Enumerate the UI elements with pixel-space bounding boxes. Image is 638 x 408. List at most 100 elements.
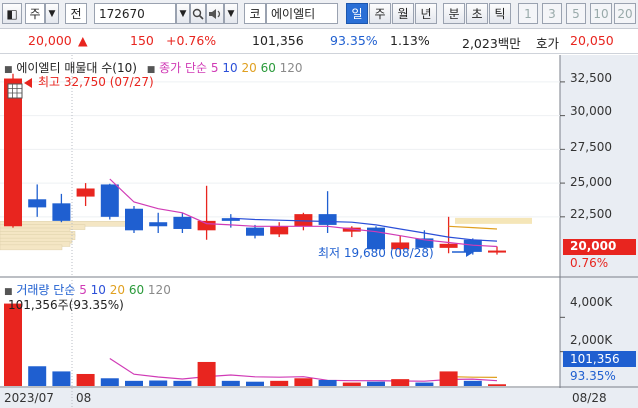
volume-bar xyxy=(4,303,22,386)
high-label: 최고 32,750 (07/27) xyxy=(38,75,154,89)
volume-bar xyxy=(367,381,385,386)
date-axis-bar xyxy=(0,388,638,408)
interval-3[interactable]: 3 xyxy=(542,3,562,24)
volume-bar xyxy=(488,384,506,386)
current-pct-label: 0.76% xyxy=(570,256,609,270)
volume-ma-period-label: 60 xyxy=(125,283,145,297)
chart-toolbar: ◧ 주 ▼ 전 172670 ▼ ▼ 코 에이엘티 일 주 월 년 분 초 틱 … xyxy=(0,0,638,29)
candle-body xyxy=(173,216,192,229)
period-tab-month[interactable]: 월 xyxy=(392,3,414,24)
trade-volume: 101,356 xyxy=(252,33,304,48)
current-price: 20,000 xyxy=(28,33,72,48)
volume-bar xyxy=(28,366,47,386)
period-tab-minute[interactable]: 분 xyxy=(443,3,465,24)
ask-label: 호가 xyxy=(536,36,560,51)
candle-body xyxy=(100,184,119,217)
period-tab-second[interactable]: 초 xyxy=(466,3,488,24)
change-percent: +0.76% xyxy=(166,33,217,48)
volume-profile-bar xyxy=(0,244,63,251)
volume-bar xyxy=(76,373,95,386)
volume-pane-title: 거래량 단순 xyxy=(16,283,76,297)
ask-price: 20,050 xyxy=(570,33,614,48)
stock-code-dropdown-icon[interactable]: ▼ xyxy=(176,3,190,24)
current-price-tag-label: 20,000 xyxy=(570,239,617,253)
candle-body xyxy=(318,214,337,225)
search-icon[interactable] xyxy=(190,3,206,24)
period-select[interactable]: 전 xyxy=(65,3,87,24)
interval-5[interactable]: 5 xyxy=(566,3,586,24)
market-label: 코 xyxy=(244,3,266,24)
period-tab-tick[interactable]: 틱 xyxy=(489,3,511,24)
volume-bar xyxy=(52,371,71,386)
volume-tick: 4,000K xyxy=(570,295,613,309)
candle-body xyxy=(4,78,22,227)
candle-body xyxy=(439,243,458,248)
price-change: 150 xyxy=(130,33,154,48)
volume-bar xyxy=(197,361,216,386)
volume-tick: 2,000K xyxy=(570,333,613,347)
volume-bar xyxy=(173,380,192,386)
low-label: 최저 19,680 (08/28) xyxy=(318,246,434,260)
ma-period-label: 5 xyxy=(210,61,219,75)
volume-bar xyxy=(149,380,168,386)
ma-period-label: 120 xyxy=(275,61,303,75)
date-label: 2023/07 xyxy=(4,391,54,405)
volume-bar xyxy=(415,382,434,386)
speaker-dropdown-icon[interactable]: ▼ xyxy=(224,3,238,24)
candle-body xyxy=(52,203,71,221)
price-tick: 22,500 xyxy=(570,207,612,221)
turnover-rate: 1.13% xyxy=(390,33,430,48)
stock-name-field: 에이엘티 xyxy=(266,3,338,24)
volume-ma-period-label: 120 xyxy=(144,283,171,297)
interval-1[interactable]: 1 xyxy=(518,3,538,24)
trade-amount: 2,023백만 xyxy=(462,36,521,51)
ma-period-labels: 5 10 20 60 120 xyxy=(211,61,303,75)
volume-bar xyxy=(439,371,458,386)
volume-ma-period-label: 20 xyxy=(105,283,126,297)
volume-ma-period-label: 5 xyxy=(79,283,87,297)
window-menu-icon[interactable]: ◧ xyxy=(2,3,22,24)
volume-bar xyxy=(246,381,264,386)
period-tab-day[interactable]: 일 xyxy=(346,3,368,24)
speaker-icon[interactable] xyxy=(206,3,224,24)
price-tick: 32,500 xyxy=(570,71,612,85)
candle-body xyxy=(149,222,168,227)
interval-20[interactable]: 20 xyxy=(614,3,636,24)
current-volume-pct: 93.35% xyxy=(570,369,616,383)
volume-bar xyxy=(463,380,482,386)
current-volume-tag-label: 101,356 xyxy=(570,352,620,366)
date-label: 08 xyxy=(76,391,92,405)
candle-body xyxy=(28,199,47,208)
candle-body xyxy=(76,188,95,197)
volume-bar xyxy=(342,382,361,386)
volume-profile-bar xyxy=(455,217,532,224)
price-tick: 30,000 xyxy=(570,104,612,118)
volume-bar xyxy=(270,380,289,386)
code-type-dropdown-icon[interactable]: ▼ xyxy=(45,3,59,24)
code-type-select[interactable]: 주 xyxy=(25,3,45,24)
ma-period-label: 60 xyxy=(256,61,276,75)
period-tab-year[interactable]: 년 xyxy=(415,3,437,24)
stock-chart[interactable] xyxy=(0,55,638,408)
volume-bar xyxy=(221,380,240,386)
ma-period-label: 20 xyxy=(237,61,257,75)
date-label-right: 08/28 xyxy=(572,391,607,405)
price-tick: 27,500 xyxy=(570,140,612,154)
candle-body xyxy=(270,226,289,235)
quote-bar: 20,000 ▲ 150 +0.76% 101,356 93.35% 1.13%… xyxy=(0,29,638,54)
volume-ratio: 93.35% xyxy=(330,33,378,48)
ma-period-label: 10 xyxy=(218,61,238,75)
volume-value-label: 101,356주(93.35%) xyxy=(8,298,124,312)
stock-code-input[interactable]: 172670 xyxy=(94,3,176,24)
volume-ma-period-labels: 5 10 20 60 120 xyxy=(79,283,171,297)
period-tab-week[interactable]: 주 xyxy=(369,3,391,24)
volume-ma-period-label: 10 xyxy=(86,283,106,297)
volume-bar xyxy=(391,379,410,386)
volume-bar xyxy=(125,380,143,386)
interval-10[interactable]: 10 xyxy=(590,3,612,24)
candle-body xyxy=(246,227,264,236)
grid-settings-icon[interactable] xyxy=(7,83,23,99)
price-tick: 25,000 xyxy=(570,175,612,189)
candle-body xyxy=(125,208,143,231)
ma-prefix-label: 종가 단순 xyxy=(159,61,208,75)
